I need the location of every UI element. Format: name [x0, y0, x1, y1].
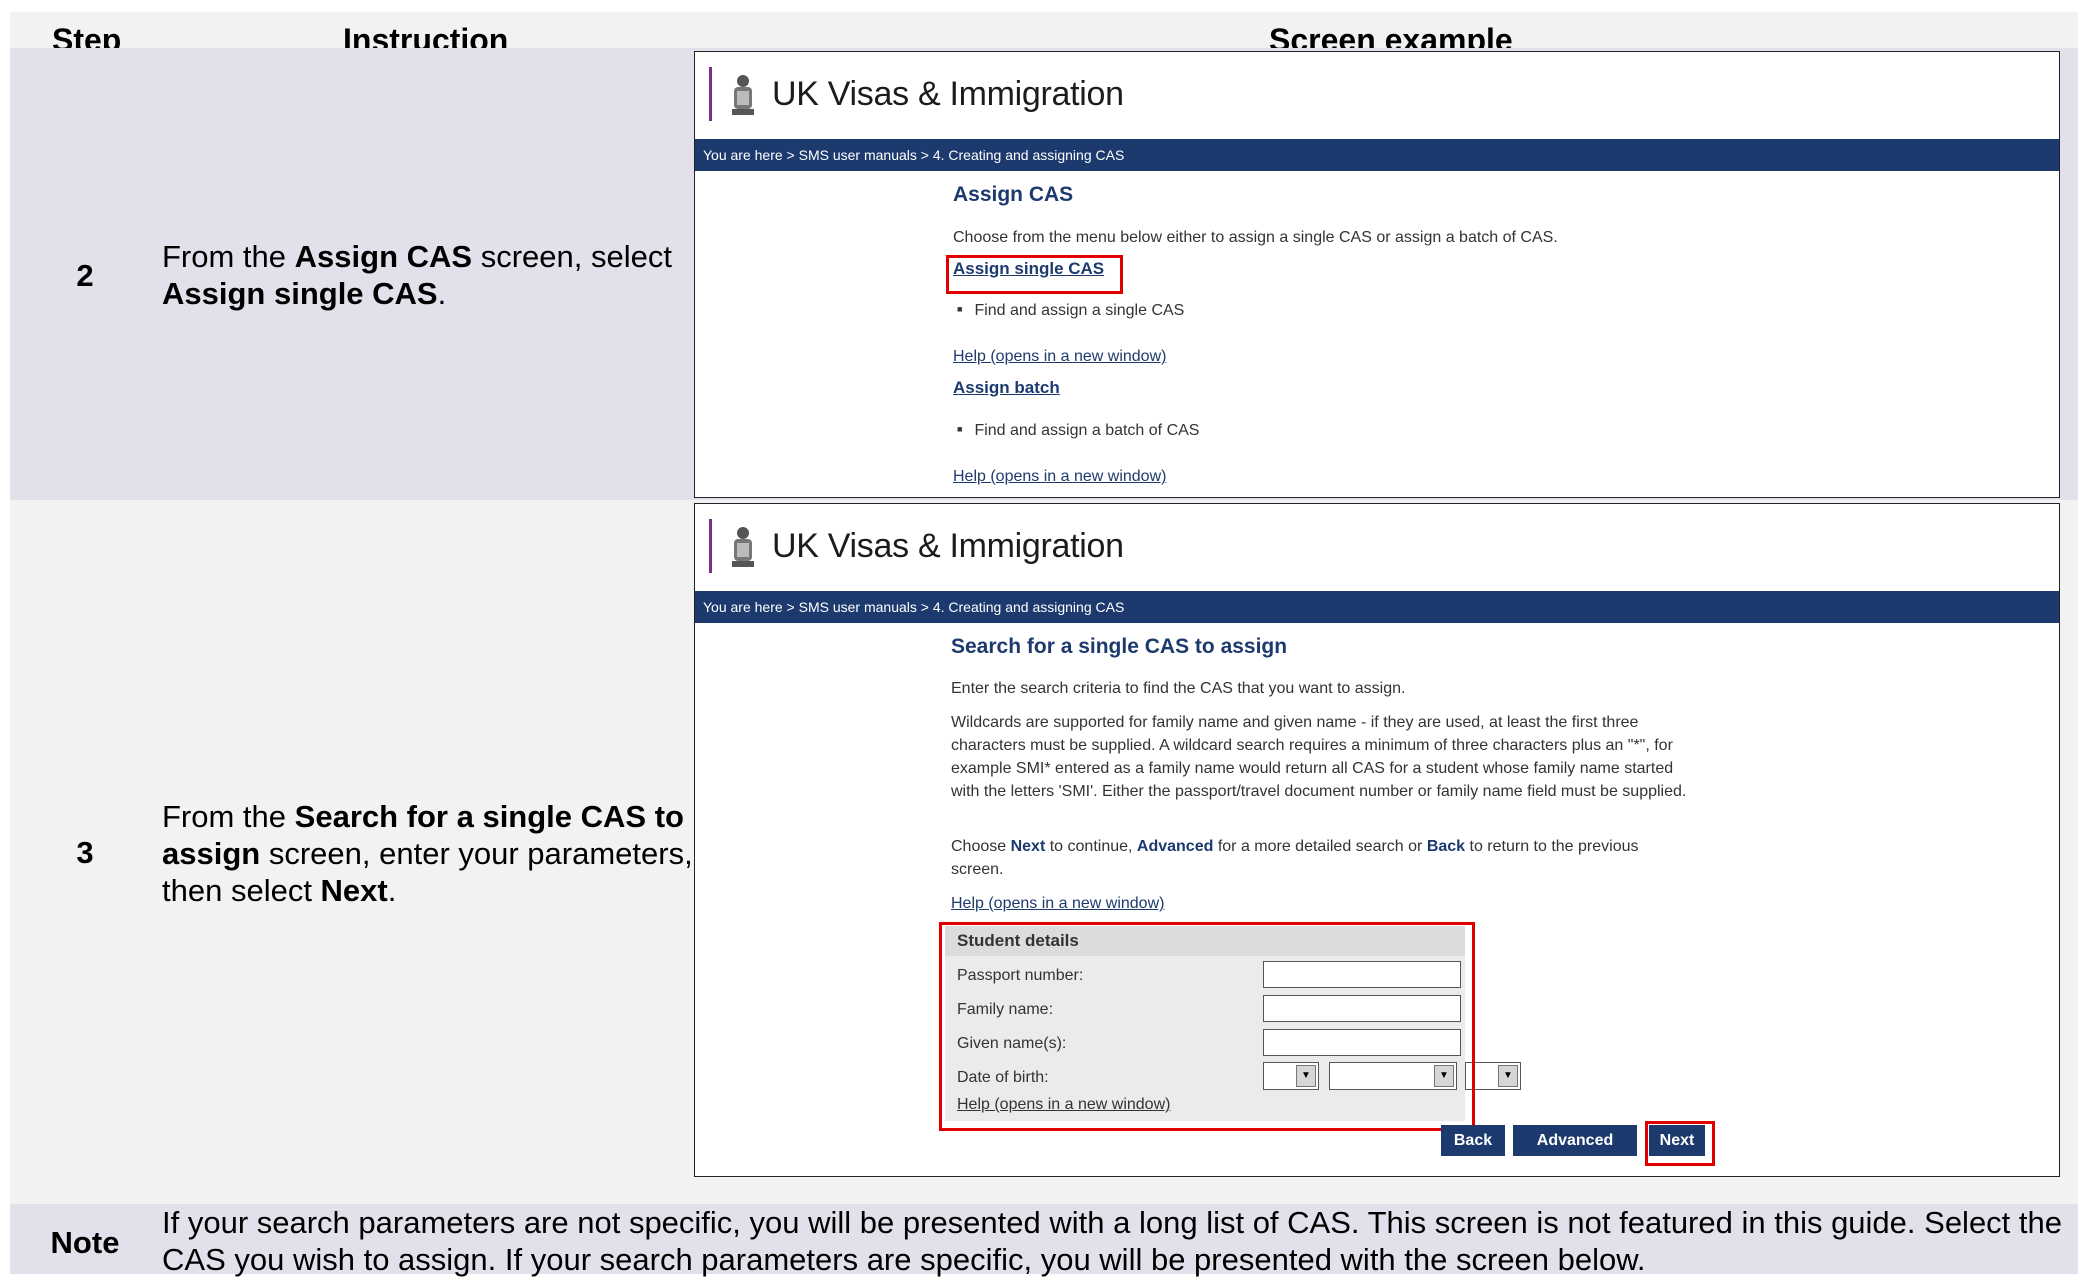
note-text: If your search parameters are not specif…: [162, 1205, 2063, 1277]
intro-text: Choose from the menu below either to ass…: [953, 229, 1558, 246]
screen-example-assign-cas: UK Visas & Immigration You are here > SM…: [694, 51, 2060, 498]
screen-example-search-cas: UK Visas & Immigration You are here > SM…: [694, 503, 2060, 1177]
help-link[interactable]: Help (opens in a new window): [953, 468, 1166, 486]
note-label: Note: [50, 1225, 120, 1260]
page-title: Assign CAS: [953, 183, 1074, 206]
highlight-box: [946, 255, 1123, 294]
step-number: 3: [76, 835, 94, 870]
highlight-box: [1645, 1121, 1715, 1166]
ukvi-logo: UK Visas & Immigration: [709, 66, 1124, 122]
list-item: Find and assign a single CAS: [957, 302, 1184, 320]
advanced-button[interactable]: Advanced: [1513, 1125, 1637, 1156]
list-item: Find and assign a batch of CAS: [957, 422, 1199, 440]
breadcrumb[interactable]: You are here > SMS user manuals > 4. Cre…: [695, 139, 2059, 171]
page-title: Search for a single CAS to assign: [951, 635, 1288, 658]
crest-icon: [732, 527, 754, 567]
ukvi-logo: UK Visas & Immigration: [709, 518, 1124, 574]
highlight-box: [939, 922, 1475, 1131]
step-number: 2: [76, 258, 94, 293]
breadcrumb[interactable]: You are here > SMS user manuals > 4. Cre…: [695, 591, 2059, 623]
help-link[interactable]: Help (opens in a new window): [951, 895, 1164, 913]
instruction-text: From the Search for a single CAS to assi…: [162, 799, 693, 908]
table-header: Step Instruction Screen example: [10, 12, 2078, 58]
note-row: Note If your search parameters are not s…: [10, 1204, 2078, 1277]
back-button[interactable]: Back: [1441, 1125, 1505, 1156]
assign-batch-link[interactable]: Assign batch: [953, 378, 1060, 398]
instruction-text: From the Assign CAS screen, select Assig…: [162, 239, 672, 311]
crest-icon: [732, 75, 754, 115]
search-intro-text: Enter the search criteria to find the CA…: [951, 680, 1406, 697]
chevron-down-icon: ▼: [1498, 1065, 1518, 1087]
help-link[interactable]: Help (opens in a new window): [953, 348, 1166, 366]
logo-text: UK Visas & Immigration: [772, 526, 1124, 565]
logo-text: UK Visas & Immigration: [772, 74, 1124, 113]
wildcard-info-text: Wildcards are supported for family name …: [951, 714, 1687, 800]
navigation-info-text: Choose Next to continue, Advanced for a …: [951, 838, 1639, 878]
